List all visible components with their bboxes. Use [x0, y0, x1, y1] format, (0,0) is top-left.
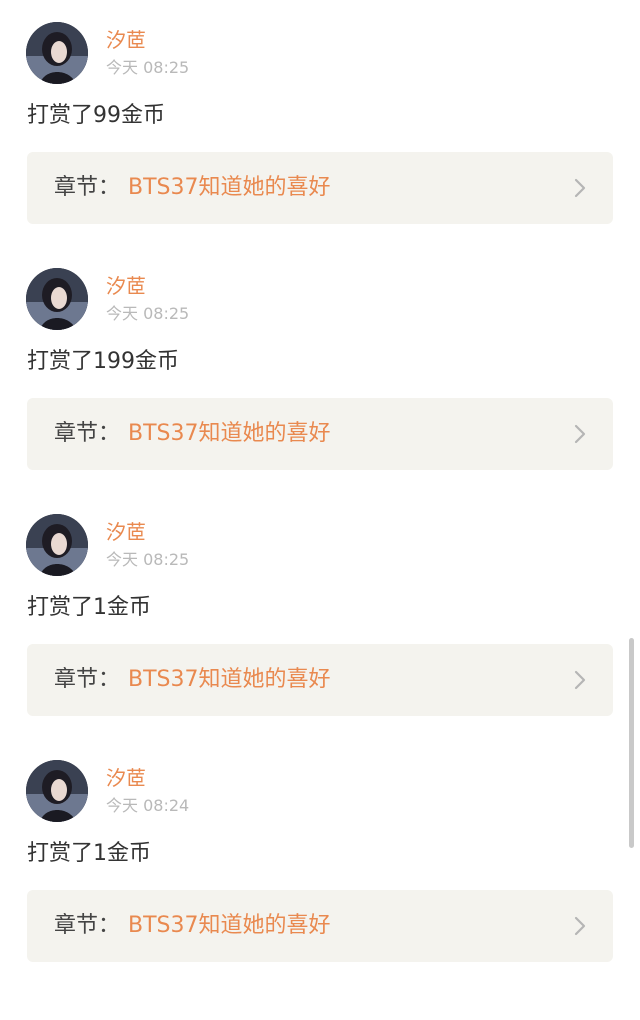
chapter-label: 章节：	[54, 667, 121, 692]
reward-card: 汐茝 今天 08:25 打赏了99金币 章节： BTS37知道她的喜好	[0, 0, 640, 246]
chapter-title: BTS37知道她的喜好	[128, 175, 331, 200]
chevron-right-icon	[574, 916, 586, 936]
avatar[interactable]	[26, 268, 88, 330]
chapter-title: BTS37知道她的喜好	[128, 913, 331, 938]
chevron-right-icon	[574, 178, 586, 198]
avatar[interactable]	[26, 760, 88, 822]
chapter-label: 章节：	[54, 913, 121, 938]
chapter-link[interactable]: 章节： BTS37知道她的喜好	[27, 644, 613, 716]
chapter-title: BTS37知道她的喜好	[128, 421, 331, 446]
username[interactable]: 汐茝	[106, 272, 146, 300]
chapter-title: BTS37知道她的喜好	[128, 667, 331, 692]
chapter-link[interactable]: 章节： BTS37知道她的喜好	[27, 890, 613, 962]
reward-feed: 汐茝 今天 08:25 打赏了99金币 章节： BTS37知道她的喜好 汐茝 今…	[0, 0, 640, 1020]
chapter-link[interactable]: 章节： BTS37知道她的喜好	[27, 152, 613, 224]
timestamp: 今天 08:25	[106, 304, 190, 323]
username[interactable]: 汐茝	[106, 26, 146, 54]
chapter-label: 章节：	[54, 421, 121, 446]
reward-card: 汐茝 今天 08:25 打赏了1金币 章节： BTS37知道她的喜好	[0, 492, 640, 738]
username[interactable]: 汐茝	[106, 764, 146, 792]
chapter-label: 章节：	[54, 175, 121, 200]
reward-card: 汐茝 今天 08:25 打赏了199金币 章节： BTS37知道她的喜好	[0, 246, 640, 492]
reward-text: 打赏了99金币	[27, 103, 165, 128]
timestamp: 今天 08:24	[106, 796, 190, 815]
avatar[interactable]	[26, 514, 88, 576]
avatar-image	[26, 514, 88, 576]
avatar-image	[26, 22, 88, 84]
avatar-image	[26, 760, 88, 822]
chapter-link[interactable]: 章节： BTS37知道她的喜好	[27, 398, 613, 470]
timestamp: 今天 08:25	[106, 550, 190, 569]
avatar-image	[26, 268, 88, 330]
reward-card: 汐茝 今天 08:24 打赏了1金币 章节： BTS37知道她的喜好	[0, 738, 640, 984]
reward-text: 打赏了1金币	[27, 841, 151, 866]
avatar[interactable]	[26, 22, 88, 84]
timestamp: 今天 08:25	[106, 58, 190, 77]
username[interactable]: 汐茝	[106, 518, 146, 546]
reward-text: 打赏了199金币	[27, 349, 179, 374]
chevron-right-icon	[574, 670, 586, 690]
chevron-right-icon	[574, 424, 586, 444]
reward-text: 打赏了1金币	[27, 595, 151, 620]
scrollbar[interactable]	[629, 638, 634, 848]
